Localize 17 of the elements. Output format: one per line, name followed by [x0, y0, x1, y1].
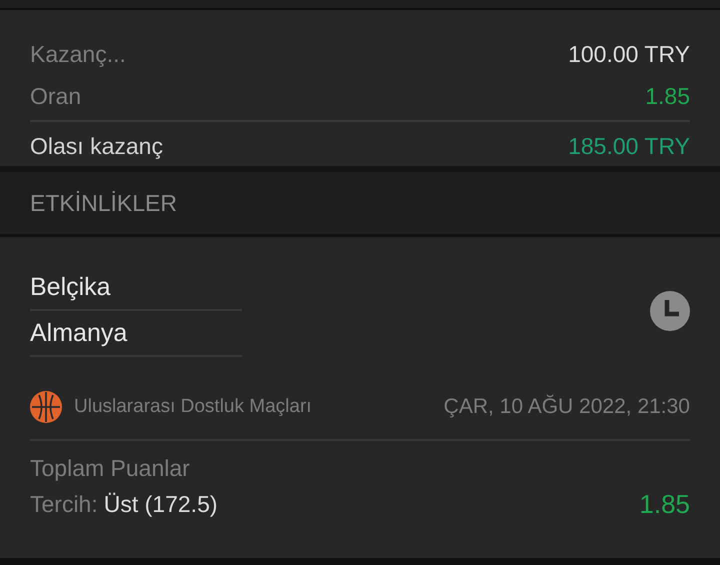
team-name: Belçika	[30, 265, 242, 311]
event-datetime: ÇAR, 10 AĞU 2022, 21:30	[444, 395, 690, 419]
section-title: ETKİNLİKLER	[30, 190, 177, 216]
clock-icon	[650, 291, 690, 331]
odds-value: 1.85	[639, 488, 690, 520]
summary-label: Olası kazanç	[30, 132, 163, 160]
summary-value: 100.00 TRY	[568, 40, 690, 68]
summary-value: 185.00 TRY	[568, 132, 690, 160]
league-name: Uluslararası Dostluk Maçları	[74, 396, 312, 418]
pick-label: Tercih:	[30, 490, 98, 518]
basketball-icon	[30, 391, 62, 423]
summary-value: 1.85	[645, 82, 690, 110]
market-name: Toplam Puanlar	[30, 454, 191, 483]
pick-value: Üst (172.5)	[104, 490, 218, 518]
summary-label: Kazanç...	[30, 40, 126, 68]
summary-label: Oran	[30, 82, 82, 110]
team-name: Almanya	[30, 311, 242, 357]
